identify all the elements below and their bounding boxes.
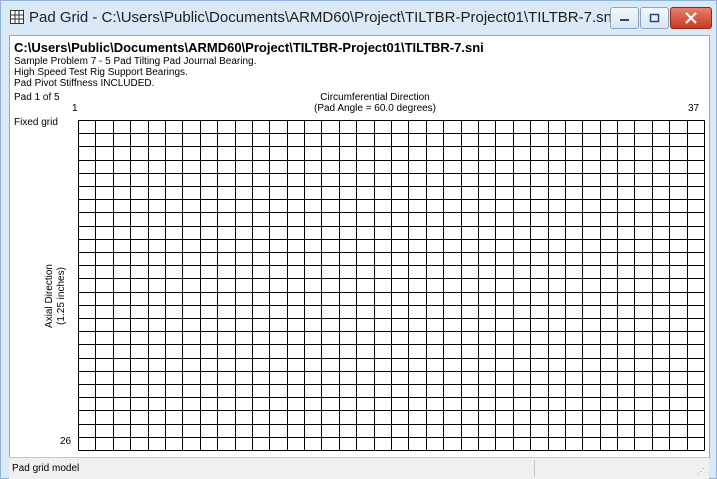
file-path-heading: C:\Users\Public\Documents\ARMD60\Project… <box>14 40 484 55</box>
minimize-button[interactable] <box>610 7 639 29</box>
maximize-icon <box>649 13 660 23</box>
maximize-button[interactable] <box>640 7 669 29</box>
axial-title: Axial Direction <box>44 264 55 328</box>
pad-grid[interactable] <box>78 120 705 451</box>
window-title: Pad Grid - C:\Users\Public\Documents\ARM… <box>29 9 616 26</box>
axial-direction-label: Axial Direction (1.25 inches) <box>44 246 68 346</box>
description-line-1: Sample Problem 7 - 5 Pad Tilting Pad Jou… <box>14 56 257 67</box>
close-icon <box>685 12 697 24</box>
pad-counter: Pad 1 of 5 <box>14 92 60 103</box>
description-line-2: High Speed Test Rig Support Bearings. <box>14 67 188 78</box>
minimize-icon <box>620 19 629 21</box>
status-bar: Pad grid model ⋰ <box>9 457 709 479</box>
status-text: Pad grid model <box>12 463 80 474</box>
pad-grid-canvas: C:\Users\Public\Documents\ARMD60\Project… <box>9 35 710 458</box>
circumferential-title: Circumferential Direction <box>320 92 430 103</box>
column-start-label: 1 <box>72 103 78 114</box>
close-button[interactable] <box>670 7 712 29</box>
grid-icon <box>10 10 24 24</box>
pad-angle-label: (Pad Angle = 60.0 degrees) <box>313 103 437 114</box>
fixed-grid-label: Fixed grid <box>14 117 58 128</box>
status-separator <box>534 460 535 477</box>
row-end-label: 26 <box>60 436 72 447</box>
description-line-3: Pad Pivot Stiffness INCLUDED. <box>14 78 155 89</box>
resize-grip-icon[interactable]: ⋰ <box>697 467 705 476</box>
column-end-label: 37 <box>688 103 700 114</box>
pad-grid-window: Pad Grid - C:\Users\Public\Documents\ARM… <box>0 0 717 479</box>
axial-length: (1.25 inches) <box>56 267 67 325</box>
title-bar[interactable]: Pad Grid - C:\Users\Public\Documents\ARM… <box>1 1 716 35</box>
